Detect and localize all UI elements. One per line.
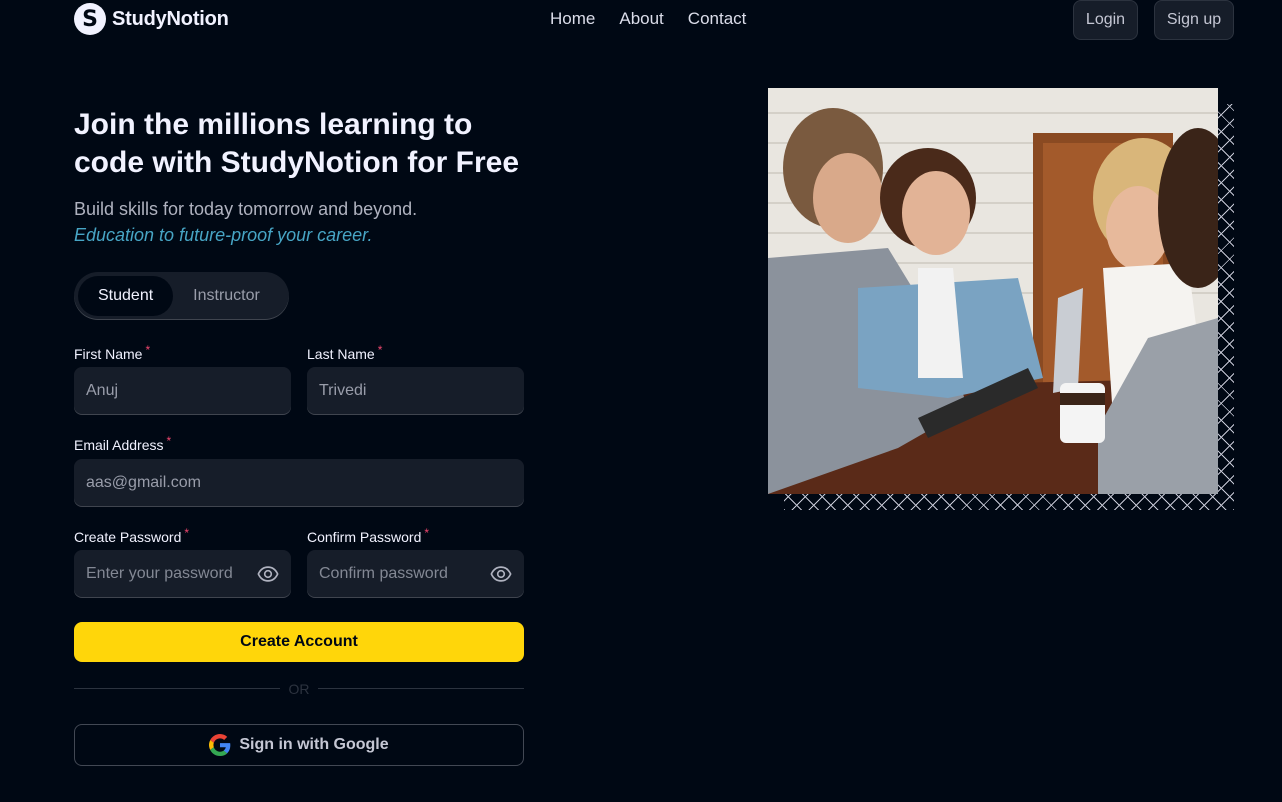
create-account-button[interactable]: Create Account	[74, 622, 524, 662]
last-name-field[interactable]	[307, 367, 524, 415]
google-icon	[209, 734, 231, 756]
nav-link-home[interactable]: Home	[550, 9, 595, 29]
navbar: S StudyNotion Home About Contact Login S…	[0, 0, 1282, 40]
logo-text: StudyNotion	[112, 7, 229, 30]
password-label-text: Create Password	[74, 529, 182, 545]
required-mark: *	[166, 434, 172, 448]
page-title: Join the millions learning to code with …	[74, 108, 520, 179]
nav-link-about[interactable]: About	[619, 9, 663, 29]
divider-right	[318, 688, 524, 689]
password-input[interactable]	[86, 565, 279, 583]
required-mark: *	[424, 526, 430, 540]
password-field[interactable]	[74, 550, 291, 598]
last-name-label-text: Last Name	[307, 346, 375, 362]
first-name-label: First Name *	[74, 343, 151, 362]
email-field[interactable]	[74, 459, 524, 507]
google-signin-label: Sign in with Google	[239, 736, 389, 753]
students-photo-illustration	[768, 88, 1218, 494]
account-type-toggle: Student Instructor	[74, 272, 289, 320]
eye-icon[interactable]	[490, 563, 512, 585]
confirm-password-field[interactable]	[307, 550, 524, 598]
last-name-label: Last Name *	[307, 343, 383, 362]
hero-image	[768, 88, 1218, 494]
subtitle: Build skills for today tomorrow and beyo…	[74, 199, 418, 219]
required-mark: *	[184, 526, 190, 540]
required-mark: *	[377, 343, 383, 357]
last-name-input[interactable]	[319, 382, 512, 400]
email-label-text: Email Address	[74, 437, 164, 453]
confirm-password-input[interactable]	[319, 565, 512, 583]
confirm-password-label-text: Confirm Password	[307, 529, 422, 545]
password-label: Create Password *	[74, 526, 190, 545]
first-name-field[interactable]	[74, 367, 291, 415]
eye-icon[interactable]	[257, 563, 279, 585]
logo-icon: S	[74, 3, 106, 35]
subtitle-highlight: Education to future-proof your career.	[74, 225, 373, 245]
nav-links: Home About Contact	[550, 9, 746, 29]
confirm-password-label: Confirm Password *	[307, 526, 430, 545]
logo[interactable]: S StudyNotion	[74, 3, 229, 35]
google-signin-button[interactable]: Sign in with Google	[74, 724, 524, 766]
or-divider-text: OR	[288, 681, 310, 697]
email-label: Email Address *	[74, 434, 172, 453]
nav-link-contact[interactable]: Contact	[688, 9, 747, 29]
email-input[interactable]	[86, 474, 512, 492]
divider-left	[74, 688, 280, 689]
login-button[interactable]: Login	[1073, 0, 1138, 40]
tab-student[interactable]: Student	[78, 276, 174, 316]
required-mark: *	[145, 343, 151, 357]
tab-instructor[interactable]: Instructor	[173, 276, 280, 316]
signup-button[interactable]: Sign up	[1154, 0, 1234, 40]
first-name-label-text: First Name	[74, 346, 143, 362]
first-name-input[interactable]	[86, 382, 279, 400]
